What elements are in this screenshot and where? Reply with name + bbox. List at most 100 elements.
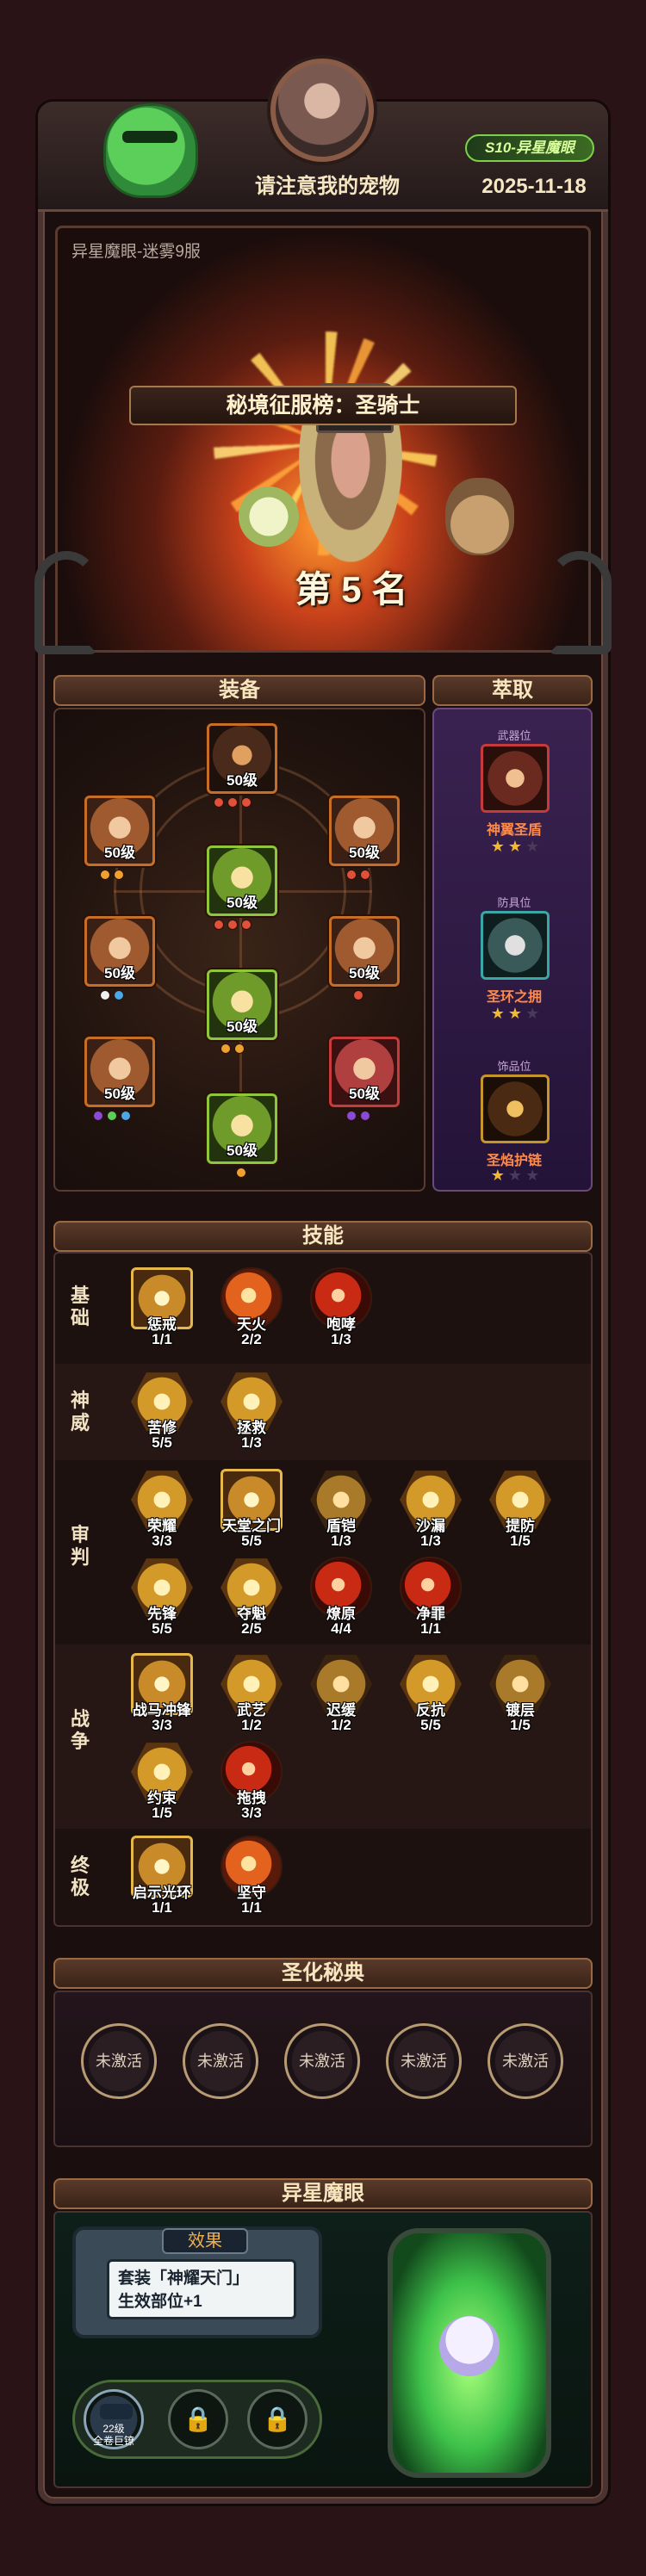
gem (227, 920, 238, 930)
skill-category-ultimate: 终极 启示光环 1/1 坚守 1/1 (55, 1829, 591, 1925)
boots-gems (236, 1167, 246, 1180)
equip-slot-necklace[interactable]: 50级 (329, 796, 400, 866)
snake-ornament-right (548, 551, 612, 654)
skill-item[interactable]: 天火 2/2 (217, 1267, 286, 1350)
eye-unit-slot[interactable]: 22级 全卷巨镣 (84, 2389, 144, 2449)
skill-item[interactable]: 天堂之门 5/5 (217, 1469, 286, 1551)
ranking-title: 秘境征服榜：圣骑士 (129, 386, 517, 425)
skill-item[interactable]: 夺魁 2/5 (217, 1557, 286, 1639)
gem (227, 797, 238, 808)
extract-item-name: 圣环之拥 (486, 990, 542, 1005)
equipment-header: 装备 (53, 675, 425, 706)
equip-slot-helmet[interactable]: 50级 (207, 723, 277, 794)
specimen-creature (439, 2316, 500, 2376)
gem (114, 990, 124, 1000)
skill-item[interactable]: 镀层 1/5 (486, 1653, 555, 1736)
weapon-gems (93, 1111, 131, 1123)
locked-slot[interactable]: 🔒 (247, 2389, 307, 2449)
skill-category-war: 战争 战马冲锋 3/3 武艺 1/2 迟缓 1/2 反抗 5/5 镀层 1/5 约束 1/5… (55, 1644, 591, 1829)
star-icon: ★ (507, 838, 523, 855)
lock-icon: 🔒 (183, 2406, 214, 2432)
skill-item[interactable]: 盾铠 1/3 (307, 1469, 376, 1551)
skill-item[interactable]: 荣耀 3/3 (127, 1469, 196, 1551)
codex-slot[interactable]: 未激活 (81, 2023, 157, 2099)
category-label: 审判 (70, 1524, 90, 1568)
category-label: 战争 (70, 1708, 90, 1752)
skill-item[interactable]: 迟缓 1/2 (307, 1653, 376, 1736)
extract-item-name: 神翼圣盾 (486, 823, 542, 838)
player-avatar[interactable] (270, 59, 374, 162)
codex-slot[interactable]: 未激活 (284, 2023, 360, 2099)
skill-item[interactable]: 反抗 5/5 (396, 1653, 465, 1736)
equip-slot-gloves[interactable]: 50级 (84, 916, 155, 987)
mode-label: 异星魔眼-迷雾9服 (71, 243, 201, 261)
category-label: 神威 (70, 1390, 90, 1434)
page-title: 请注意我的宠物 (255, 175, 400, 198)
equip-slot-armor[interactable]: 50级 (207, 845, 277, 916)
legs-gems (221, 1043, 245, 1056)
gem (353, 990, 363, 1000)
extract-armor-slot[interactable] (481, 911, 550, 980)
unit-level: 22级 (102, 2423, 125, 2435)
extract-stars: ★ ★ ★ (482, 839, 548, 854)
skill-category-majesty: 神威 苦修 5/5 拯救 1/3 (55, 1364, 591, 1460)
skill-item[interactable]: 坚守 1/1 (217, 1836, 286, 1918)
equip-slot-trinket[interactable]: 50级 (329, 1037, 400, 1107)
extract-slot-label: 防具位 (497, 896, 531, 909)
gem (214, 920, 224, 930)
codex-panel: 未激活 未激活 未激活 未激活 未激活 (53, 1991, 593, 2147)
gem (360, 870, 370, 880)
skill-item[interactable]: 沙漏 1/3 (396, 1469, 465, 1551)
equip-slot-legs[interactable]: 50级 (207, 969, 277, 1040)
star-icon-empty: ★ (525, 1005, 540, 1022)
gloves-gems (100, 990, 124, 1002)
star-icon-empty: ★ (507, 1167, 523, 1184)
skill-item[interactable]: 燎原 4/4 (307, 1557, 376, 1639)
gem (114, 870, 124, 880)
locked-slot[interactable]: 🔒 (168, 2389, 228, 2449)
gem (346, 1111, 357, 1121)
lock-icon: 🔒 (262, 2406, 293, 2432)
effect-terminal: 效果 套装「神耀天门」 生效部位+1 (72, 2226, 322, 2338)
skill-item[interactable]: 惩戒 1/1 (127, 1267, 196, 1350)
skill-item[interactable]: 咆哮 1/3 (307, 1267, 376, 1350)
skill-item[interactable]: 提防 1/5 (486, 1469, 555, 1551)
skill-item[interactable]: 先锋 5/5 (127, 1557, 196, 1639)
skill-item[interactable]: 净罪 1/1 (396, 1557, 465, 1639)
equip-slot-ring[interactable]: 50级 (329, 916, 400, 987)
skills-header: 技能 (53, 1221, 593, 1252)
gem (100, 870, 110, 880)
extract-stars: ★ ★ ★ (482, 1006, 548, 1021)
skill-item[interactable]: 苦修 5/5 (127, 1371, 196, 1453)
shoulder-gems (100, 870, 124, 882)
skill-item[interactable]: 战马冲锋 3/3 (127, 1653, 196, 1736)
rank-text: 第 5 名 (295, 569, 408, 610)
equip-slot-weapon[interactable]: 50级 (84, 1037, 155, 1107)
effect-screen: 套装「神耀天门」 生效部位+1 (107, 2259, 296, 2319)
codex-header: 圣化秘典 (53, 1958, 593, 1989)
gem (236, 1167, 246, 1178)
equip-slot-shoulder[interactable]: 50级 (84, 796, 155, 866)
extract-panel: 武器位 神翼圣盾 ★ ★ ★ 防具位 圣环之拥 ★ ★ ★ 饰品位 圣焰护链 ★ ★ ★ (432, 708, 593, 1192)
extract-stars: ★ ★ ★ (482, 1167, 548, 1183)
extract-slot-label: 武器位 (497, 729, 531, 742)
equip-slot-boots[interactable]: 50级 (207, 1093, 277, 1164)
codex-slot[interactable]: 未激活 (488, 2023, 563, 2099)
skill-category-judgment: 审判 荣耀 3/3 天堂之门 5/5 盾铠 1/3 沙漏 1/3 提防 1/5 先锋 5/5… (55, 1460, 591, 1644)
skill-item[interactable]: 武艺 1/2 (217, 1653, 286, 1736)
codex-slot[interactable]: 未激活 (183, 2023, 258, 2099)
extract-accessory-slot[interactable] (481, 1074, 550, 1143)
helmet-gems (214, 797, 252, 809)
star-icon: ★ (490, 1167, 505, 1184)
gem (121, 1111, 131, 1121)
skill-item[interactable]: 启示光环 1/1 (127, 1836, 196, 1918)
hero-character (299, 416, 402, 562)
season-badge: S10-异星魔眼 (465, 134, 594, 162)
codex-slot[interactable]: 未激活 (386, 2023, 462, 2099)
alien-eye-panel: 效果 套装「神耀天门」 生效部位+1 22级 全卷巨镣 🔒 🔒 (53, 2211, 593, 2488)
skill-item[interactable]: 拯救 1/3 (217, 1371, 286, 1453)
extract-weapon-slot[interactable] (481, 744, 550, 813)
skill-item[interactable]: 拖拽 3/3 (217, 1741, 286, 1824)
skill-item[interactable]: 约束 1/5 (127, 1741, 196, 1824)
gem (214, 797, 224, 808)
